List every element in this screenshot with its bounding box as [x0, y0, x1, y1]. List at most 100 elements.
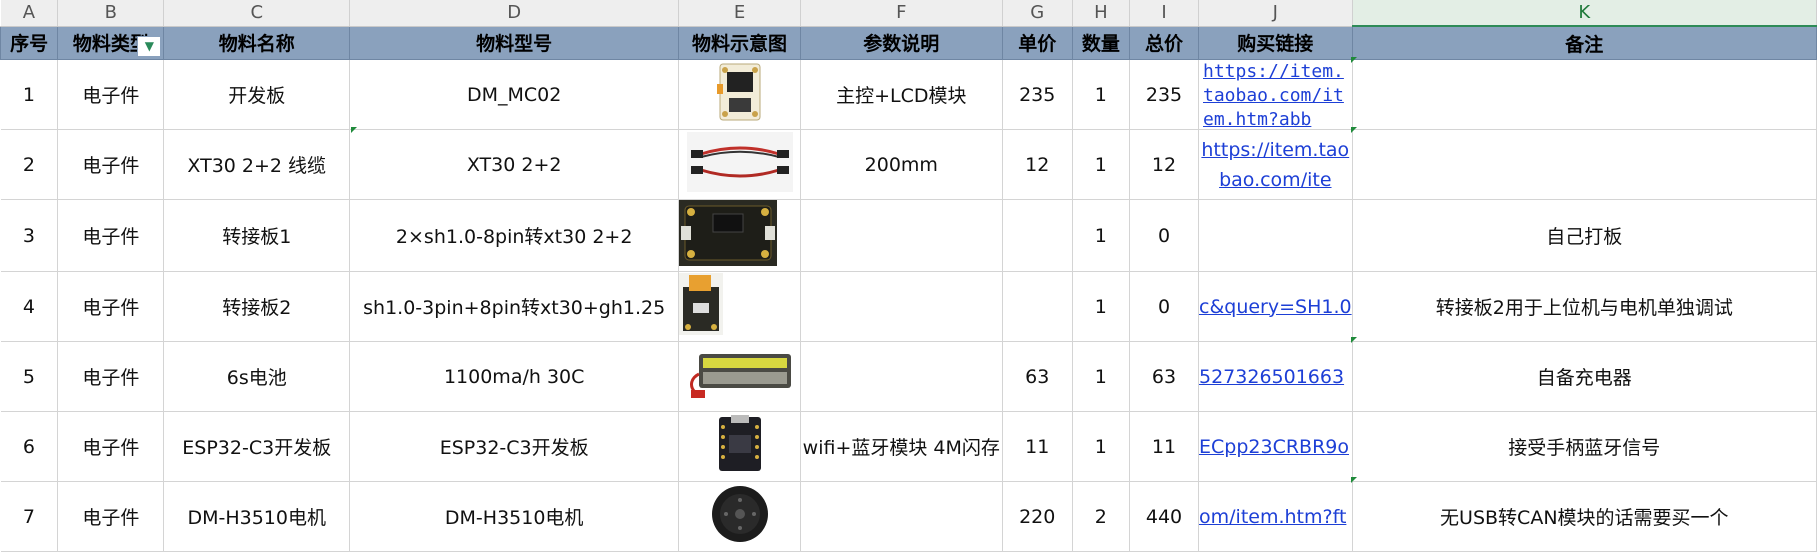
col-letter-H[interactable]: H	[1072, 0, 1131, 27]
cell-name[interactable]: 6s电池	[163, 341, 351, 412]
cell-param[interactable]: 主控+LCD模块	[800, 59, 1003, 130]
cell-total[interactable]: 63	[1129, 341, 1199, 412]
header-total[interactable]: 总价	[1129, 25, 1199, 60]
cell-note[interactable]: 自己打板	[1352, 199, 1817, 272]
cell-model[interactable]: 2×sh1.0-8pin转xt30 2+2	[349, 199, 680, 272]
adapter-board1-image[interactable]	[679, 200, 778, 266]
col-letter-K[interactable]: K	[1352, 0, 1817, 27]
cell-model[interactable]: XT30 2+2	[349, 129, 680, 200]
cell-qty[interactable]: 1	[1072, 59, 1131, 130]
cell-name[interactable]: 转接板2	[163, 271, 351, 342]
cell-price[interactable]: 12	[1002, 129, 1073, 200]
cell-image[interactable]	[678, 481, 801, 552]
cell-image[interactable]	[678, 411, 801, 482]
cell-link[interactable]: om/item.htm?ft	[1198, 481, 1353, 552]
cell-no[interactable]: 3	[0, 199, 59, 272]
cell-type[interactable]: 电子件	[57, 481, 165, 552]
cell-total[interactable]: 12	[1129, 129, 1199, 200]
cell-qty[interactable]: 1	[1072, 199, 1131, 272]
cell-type[interactable]: 电子件	[57, 271, 165, 342]
cell-image[interactable]	[678, 129, 801, 200]
cell-type[interactable]: 电子件	[57, 59, 165, 130]
purchase-link[interactable]: c&query=SH1.0	[1199, 296, 1351, 318]
header-param[interactable]: 参数说明	[799, 25, 1003, 60]
cell-link[interactable]: 527326501663	[1198, 341, 1353, 412]
cell-param[interactable]	[800, 271, 1003, 342]
purchase-link[interactable]: 527326501663	[1199, 366, 1351, 388]
cell-model[interactable]: sh1.0-3pin+8pin转xt30+gh1.25	[349, 271, 680, 342]
header-price[interactable]: 单价	[1001, 25, 1073, 60]
header-note[interactable]: 备注	[1351, 25, 1817, 60]
col-letter-I[interactable]: I	[1129, 0, 1199, 27]
cell-link[interactable]: ECpp23CRBR9o	[1198, 411, 1353, 482]
dev-board-image[interactable]	[716, 62, 763, 122]
cell-total[interactable]: 0	[1129, 271, 1199, 342]
xt30-cable-image[interactable]	[686, 132, 793, 192]
cell-no[interactable]: 4	[0, 271, 59, 342]
cell-price[interactable]: 220	[1002, 481, 1073, 552]
cell-link[interactable]: c&query=SH1.0	[1198, 271, 1353, 342]
cell-note[interactable]: 自备充电器	[1352, 341, 1817, 412]
cell-no[interactable]: 2	[0, 129, 59, 200]
cell-price[interactable]: 63	[1002, 341, 1073, 412]
cell-image[interactable]	[678, 59, 801, 130]
header-name[interactable]: 物料名称	[163, 25, 351, 60]
cell-no[interactable]: 1	[0, 59, 59, 130]
cell-no[interactable]: 6	[0, 411, 59, 482]
cell-price[interactable]	[1002, 199, 1073, 272]
cell-total[interactable]: 11	[1129, 411, 1199, 482]
col-letter-E[interactable]: E	[678, 0, 801, 27]
purchase-link[interactable]: https://item.taobao.com/item.htm?abb	[1199, 60, 1351, 128]
cell-note[interactable]	[1352, 129, 1817, 200]
cell-qty[interactable]: 1	[1072, 129, 1131, 200]
cell-price[interactable]: 235	[1002, 59, 1073, 130]
cell-qty[interactable]: 1	[1072, 411, 1131, 482]
cell-price[interactable]: 11	[1002, 411, 1073, 482]
col-letter-D[interactable]: D	[349, 0, 680, 27]
col-letter-A[interactable]: A	[0, 0, 59, 27]
header-model[interactable]: 物料型号	[349, 25, 680, 60]
cell-link[interactable]: https://item.taobao.com/item.htm?abb	[1198, 59, 1353, 130]
cell-price[interactable]	[1002, 271, 1073, 342]
cell-model[interactable]: DM-H3510电机	[349, 481, 680, 552]
cell-param[interactable]	[800, 341, 1003, 412]
cell-param[interactable]	[800, 199, 1003, 272]
cell-link[interactable]	[1198, 199, 1353, 272]
header-link[interactable]: 购买链接	[1198, 25, 1353, 60]
cell-type[interactable]: 电子件	[57, 411, 165, 482]
cell-image[interactable]	[678, 199, 801, 272]
cell-type[interactable]: 电子件	[57, 199, 165, 272]
cell-qty[interactable]: 2	[1072, 481, 1131, 552]
adapter-board2-image[interactable]	[679, 273, 724, 335]
cell-image[interactable]	[678, 341, 801, 412]
battery-image[interactable]	[684, 344, 795, 404]
cell-total[interactable]: 440	[1129, 481, 1199, 552]
cell-name[interactable]: 开发板	[163, 59, 351, 130]
cell-name[interactable]: 转接板1	[163, 199, 351, 272]
cell-note[interactable]: 接受手柄蓝牙信号	[1352, 411, 1817, 482]
filter-dropdown-icon[interactable]: ▼	[137, 36, 162, 57]
cell-link[interactable]: https://item.taobao.com/ite	[1198, 129, 1353, 200]
cell-model[interactable]: DM_MC02	[349, 59, 680, 130]
cell-name[interactable]: XT30 2+2 线缆	[163, 129, 351, 200]
cell-param[interactable]	[800, 481, 1003, 552]
col-letter-J[interactable]: J	[1198, 0, 1353, 27]
cell-note[interactable]: 无USB转CAN模块的话需要买一个	[1352, 481, 1817, 552]
col-letter-B[interactable]: B	[57, 0, 165, 27]
cell-no[interactable]: 5	[0, 341, 59, 412]
header-no[interactable]: 序号	[0, 25, 59, 60]
cell-note[interactable]: 转接板2用于上位机与电机单独调试	[1352, 271, 1817, 342]
purchase-link[interactable]: https://item.taobao.com/ite	[1199, 135, 1351, 195]
cell-name[interactable]: ESP32-C3开发板	[163, 411, 351, 482]
esp32-board-image[interactable]	[704, 413, 775, 475]
cell-param[interactable]: wifi+蓝牙模块 4M闪存	[800, 411, 1003, 482]
col-letter-G[interactable]: G	[1002, 0, 1073, 27]
cell-no[interactable]: 7	[0, 481, 59, 552]
col-letter-F[interactable]: F	[800, 0, 1003, 27]
header-qty[interactable]: 数量	[1071, 25, 1131, 60]
cell-total[interactable]: 235	[1129, 59, 1199, 130]
purchase-link[interactable]: ECpp23CRBR9o	[1199, 436, 1351, 458]
cell-total[interactable]: 0	[1129, 199, 1199, 272]
cell-qty[interactable]: 1	[1072, 271, 1131, 342]
header-image[interactable]: 物料示意图	[678, 25, 801, 60]
